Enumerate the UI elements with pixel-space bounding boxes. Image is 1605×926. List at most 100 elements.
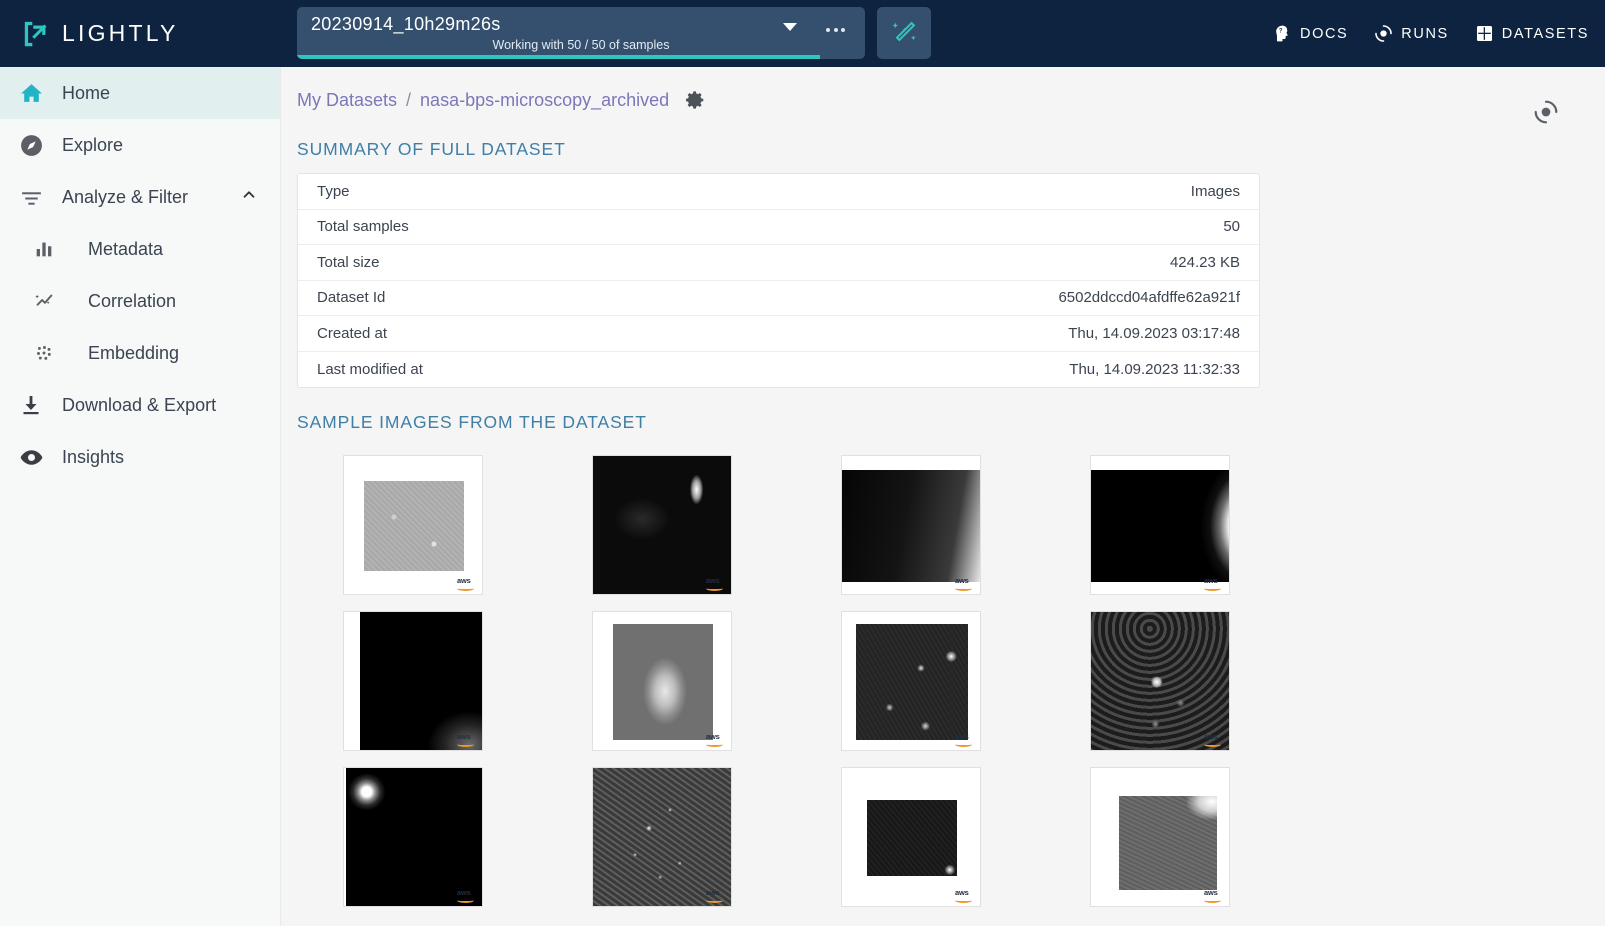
aws-swoosh-icon bbox=[1204, 898, 1221, 903]
sample-image bbox=[593, 456, 731, 594]
sample-image bbox=[346, 768, 482, 906]
sample-progress-bar bbox=[297, 55, 820, 59]
gear-icon[interactable] bbox=[684, 89, 706, 111]
summary-table: Type Images Total samples 50 Total size … bbox=[297, 173, 1260, 388]
gallery-item[interactable]: aws bbox=[592, 611, 732, 751]
aws-swoosh-icon bbox=[955, 742, 972, 747]
aws-swoosh-icon bbox=[457, 586, 474, 591]
sample-image bbox=[1091, 470, 1229, 582]
dataset-selector[interactable]: 20230914_10h29m26s Working with 50 / 50 … bbox=[297, 7, 865, 59]
sidebar-item-embedding[interactable]: Embedding bbox=[0, 327, 280, 379]
sample-image bbox=[613, 624, 713, 740]
summary-value: Thu, 14.09.2023 11:32:33 bbox=[1069, 360, 1240, 378]
sidebar-item-analyze-filter[interactable]: Analyze & Filter bbox=[0, 171, 280, 223]
eye-icon bbox=[0, 445, 62, 470]
aws-badge: aws bbox=[1204, 889, 1226, 904]
brand-name: LIGHTLY bbox=[62, 20, 179, 46]
sidebar-item-explore[interactable]: Explore bbox=[0, 119, 280, 171]
magic-wand-icon bbox=[892, 21, 916, 42]
download-icon bbox=[0, 393, 62, 417]
aws-swoosh-icon bbox=[1204, 586, 1221, 591]
sidebar-item-insights[interactable]: Insights bbox=[0, 431, 280, 483]
gallery-item[interactable]: aws bbox=[343, 767, 483, 907]
topnav-datasets[interactable]: DATASETS bbox=[1475, 24, 1589, 43]
table-row: Created at Thu, 14.09.2023 03:17:48 bbox=[298, 316, 1259, 352]
aws-swoosh-icon bbox=[955, 898, 972, 903]
sample-image bbox=[593, 768, 731, 906]
sidebar-item-correlation[interactable]: Correlation bbox=[0, 275, 280, 327]
gallery-item[interactable]: aws bbox=[841, 611, 981, 751]
topnav-runs-label: RUNS bbox=[1401, 25, 1449, 42]
dataset-selector-subtitle: Working with 50 / 50 of samples bbox=[492, 38, 670, 52]
target-circle-icon bbox=[1375, 25, 1393, 42]
gallery-item[interactable]: aws bbox=[343, 455, 483, 595]
summary-value: 424.23 KB bbox=[1169, 253, 1240, 271]
sidebar: Home Explore Analyze & Filter Metadata C… bbox=[0, 67, 281, 926]
aws-badge: aws bbox=[457, 577, 479, 592]
topnav-runs[interactable]: RUNS bbox=[1374, 24, 1449, 43]
summary-key: Type bbox=[317, 182, 350, 200]
more-horizontal-icon[interactable] bbox=[826, 28, 845, 32]
sample-image bbox=[1119, 796, 1217, 890]
gallery-item[interactable]: aws bbox=[343, 611, 483, 751]
table-row: Total size 424.23 KB bbox=[298, 245, 1259, 281]
sidebar-item-metadata[interactable]: Metadata bbox=[0, 223, 280, 275]
header-runs-status-icon[interactable] bbox=[1533, 99, 1559, 130]
table-row: Type Images bbox=[298, 174, 1259, 210]
table-row: Dataset Id 6502ddccd04afdffe62a921f bbox=[298, 281, 1259, 316]
sidebar-item-download-export[interactable]: Download & Export bbox=[0, 379, 280, 431]
sidebar-item-home[interactable]: Home bbox=[0, 67, 280, 119]
sample-image bbox=[1091, 612, 1229, 750]
sidebar-item-embedding-label: Embedding bbox=[88, 342, 180, 363]
summary-section-title: SUMMARY OF FULL DATASET bbox=[297, 139, 566, 159]
topnav-docs[interactable]: ? DOCS bbox=[1273, 24, 1348, 43]
bar-chart-icon bbox=[0, 238, 88, 260]
grid-squares-icon bbox=[1476, 25, 1492, 42]
summary-key: Created at bbox=[317, 324, 388, 342]
breadcrumb: My Datasets / nasa-bps-microscopy_archiv… bbox=[297, 85, 1605, 115]
topnav-datasets-label: DATASETS bbox=[1501, 25, 1589, 42]
sidebar-item-analyze-filter-label: Analyze & Filter bbox=[62, 186, 189, 207]
sample-image-gallery: aws aws aws aws aws aws aws aws aws aws … bbox=[297, 455, 1297, 923]
aws-swoosh-icon bbox=[955, 586, 972, 591]
aws-badge-text: aws bbox=[1204, 888, 1218, 897]
sparkle-trend-icon bbox=[0, 290, 88, 312]
svg-text:?: ? bbox=[1279, 28, 1284, 34]
sample-image bbox=[364, 481, 464, 571]
summary-key: Last modified at bbox=[317, 360, 423, 378]
brand-logo[interactable]: LIGHTLY bbox=[22, 19, 179, 49]
lightly-logo-icon bbox=[24, 21, 47, 46]
summary-value: Images bbox=[1190, 182, 1240, 200]
sample-image bbox=[360, 612, 482, 750]
breadcrumb-current[interactable]: nasa-bps-microscopy_archived bbox=[420, 90, 669, 111]
gallery-item[interactable]: aws bbox=[592, 455, 732, 595]
summary-key: Dataset Id bbox=[317, 289, 386, 307]
gallery-item[interactable]: aws bbox=[1090, 767, 1230, 907]
aws-swoosh-icon bbox=[706, 742, 723, 747]
sample-image bbox=[856, 624, 968, 740]
gallery-item[interactable]: aws bbox=[592, 767, 732, 907]
sample-image bbox=[867, 800, 957, 876]
chevron-up-icon[interactable] bbox=[240, 186, 258, 209]
summary-value: Thu, 14.09.2023 03:17:48 bbox=[1068, 324, 1240, 342]
aws-badge: aws bbox=[955, 889, 977, 904]
sidebar-item-insights-label: Insights bbox=[62, 446, 125, 467]
table-row: Last modified at Thu, 14.09.2023 11:32:3… bbox=[298, 352, 1259, 388]
chevron-down-icon[interactable] bbox=[783, 23, 797, 31]
gallery-item[interactable]: aws bbox=[841, 767, 981, 907]
breadcrumb-root[interactable]: My Datasets bbox=[297, 90, 397, 111]
main-content: My Datasets / nasa-bps-microscopy_archiv… bbox=[281, 67, 1605, 926]
magic-wand-button[interactable] bbox=[877, 7, 931, 59]
gallery-item[interactable]: aws bbox=[841, 455, 981, 595]
home-icon bbox=[0, 81, 62, 106]
breadcrumb-separator: / bbox=[406, 89, 412, 110]
aws-badge-text: aws bbox=[955, 888, 969, 897]
topnav-docs-label: DOCS bbox=[1300, 25, 1349, 42]
gallery-item[interactable]: aws bbox=[1090, 611, 1230, 751]
gallery-item[interactable]: aws bbox=[1090, 455, 1230, 595]
gallery-section-title: SAMPLE IMAGES FROM THE DATASET bbox=[297, 412, 647, 432]
sidebar-item-correlation-label: Correlation bbox=[88, 290, 177, 311]
sidebar-item-metadata-label: Metadata bbox=[88, 238, 164, 259]
compass-icon bbox=[0, 133, 62, 158]
dataset-selector-name: 20230914_10h29m26s bbox=[311, 14, 501, 34]
